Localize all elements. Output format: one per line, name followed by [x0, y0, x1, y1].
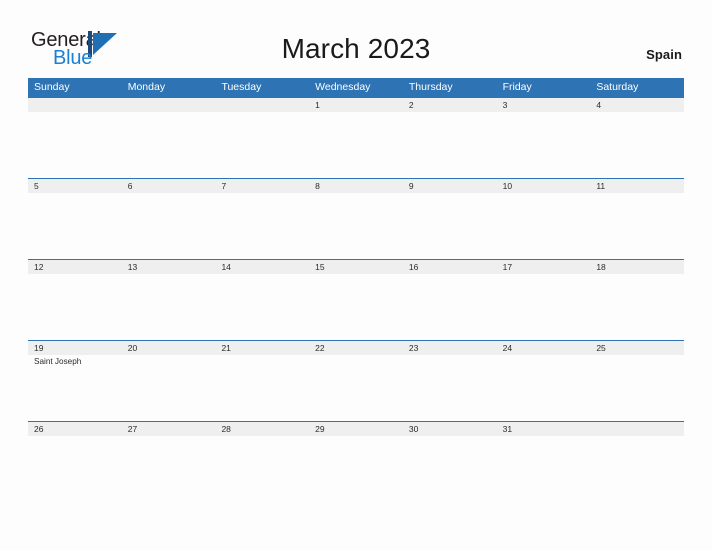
day-cell-empty — [215, 112, 309, 178]
day-number[interactable]: 12 — [28, 260, 122, 274]
day-cell[interactable] — [215, 193, 309, 259]
week-date-band: 1234 — [28, 97, 684, 112]
day-number[interactable]: 14 — [215, 260, 309, 274]
day-number[interactable]: 27 — [122, 422, 216, 436]
day-cell[interactable] — [403, 436, 497, 502]
day-number[interactable]: 25 — [590, 341, 684, 355]
day-cell[interactable] — [215, 436, 309, 502]
day-number-empty — [122, 98, 216, 112]
day-cell[interactable] — [590, 193, 684, 259]
day-cell-empty — [590, 436, 684, 502]
day-cell[interactable] — [403, 274, 497, 340]
weekday-header-thursday: Thursday — [408, 81, 453, 93]
day-number[interactable]: 10 — [497, 179, 591, 193]
day-number[interactable]: 16 — [403, 260, 497, 274]
day-number-empty — [215, 98, 309, 112]
day-event: Saint Joseph — [34, 357, 82, 366]
week-content-band — [28, 112, 684, 178]
day-number[interactable]: 21 — [215, 341, 309, 355]
day-cell[interactable] — [590, 112, 684, 178]
day-cell[interactable] — [309, 112, 403, 178]
day-number[interactable]: 5 — [28, 179, 122, 193]
day-cell[interactable] — [497, 112, 591, 178]
day-number[interactable]: 4 — [590, 98, 684, 112]
day-cell[interactable] — [122, 274, 216, 340]
day-number-empty — [28, 98, 122, 112]
week-content-band: Saint Joseph — [28, 355, 684, 421]
calendar-weeks: 1 2 3 4 5 6 7 8 9 10 11 12 13 14 15 16 17 18 19 20 21 22 23 24 2… — [28, 97, 684, 502]
week-content-band — [28, 274, 684, 340]
day-cell[interactable] — [590, 355, 684, 421]
day-number[interactable]: 3 — [497, 98, 591, 112]
day-number[interactable]: 20 — [122, 341, 216, 355]
day-cell[interactable] — [403, 355, 497, 421]
week-content-band — [28, 193, 684, 259]
weekday-header-sunday: Sunday — [34, 81, 70, 93]
day-number[interactable]: 2 — [403, 98, 497, 112]
day-cell[interactable] — [590, 274, 684, 340]
country-label: Spain — [646, 47, 682, 62]
day-cell[interactable] — [122, 436, 216, 502]
day-number[interactable]: 31 — [497, 422, 591, 436]
week-date-band: 19 20 21 22 23 24 25 — [28, 340, 684, 355]
day-number[interactable]: 13 — [122, 260, 216, 274]
day-cell[interactable] — [215, 355, 309, 421]
day-cell[interactable] — [403, 112, 497, 178]
day-cell[interactable] — [28, 193, 122, 259]
calendar-week-row: 5 6 7 8 9 10 11 — [28, 178, 684, 259]
day-cell[interactable] — [28, 274, 122, 340]
week-date-band: 26 27 28 29 30 31 — [28, 421, 684, 436]
day-number[interactable]: 19 — [28, 341, 122, 355]
day-number[interactable]: 22 — [309, 341, 403, 355]
calendar-week-row: 1234 — [28, 97, 684, 178]
day-cell[interactable] — [497, 355, 591, 421]
day-cell[interactable]: Saint Joseph — [28, 355, 122, 421]
day-number[interactable]: 24 — [497, 341, 591, 355]
day-number[interactable]: 28 — [215, 422, 309, 436]
day-number[interactable]: 29 — [309, 422, 403, 436]
day-number[interactable]: 11 — [590, 179, 684, 193]
day-cell-empty — [122, 112, 216, 178]
page-header: General Blue March 2023 Spain — [0, 0, 712, 78]
day-cell[interactable] — [215, 274, 309, 340]
day-number[interactable]: 18 — [590, 260, 684, 274]
weekday-header-tuesday: Tuesday — [221, 81, 262, 93]
day-cell[interactable] — [497, 436, 591, 502]
page-title: March 2023 — [281, 33, 431, 64]
weekday-header-friday: Friday — [502, 81, 532, 93]
week-date-band: 5 6 7 8 9 10 11 — [28, 178, 684, 193]
day-number[interactable]: 1 — [309, 98, 403, 112]
day-number[interactable]: 9 — [403, 179, 497, 193]
calendar-week-row: 12 13 14 15 16 17 18 — [28, 259, 684, 340]
day-number[interactable]: 7 — [215, 179, 309, 193]
weekday-header-monday: Monday — [127, 81, 166, 93]
day-number-empty — [590, 422, 684, 436]
day-number[interactable]: 17 — [497, 260, 591, 274]
day-number[interactable]: 30 — [403, 422, 497, 436]
day-cell-empty — [28, 112, 122, 178]
day-number[interactable]: 8 — [309, 179, 403, 193]
weekday-header-wednesday: Wednesday — [315, 81, 371, 93]
week-content-band — [28, 436, 684, 502]
week-date-band: 12 13 14 15 16 17 18 — [28, 259, 684, 274]
day-number[interactable]: 6 — [122, 179, 216, 193]
day-cell[interactable] — [309, 436, 403, 502]
day-number[interactable]: 26 — [28, 422, 122, 436]
calendar-week-row: 26 27 28 29 30 31 — [28, 421, 684, 502]
day-cell[interactable] — [309, 193, 403, 259]
day-cell[interactable] — [122, 355, 216, 421]
day-number[interactable]: 23 — [403, 341, 497, 355]
day-cell[interactable] — [497, 274, 591, 340]
day-cell[interactable] — [309, 355, 403, 421]
calendar-week-row: 19 20 21 22 23 24 25 Saint Joseph — [28, 340, 684, 421]
day-cell[interactable] — [497, 193, 591, 259]
weekday-header-saturday: Saturday — [596, 81, 639, 93]
day-cell[interactable] — [403, 193, 497, 259]
day-number[interactable]: 15 — [309, 260, 403, 274]
weekday-header-row: Sunday Monday Tuesday Wednesday Thursday Frid… — [28, 78, 684, 97]
calendar-grid: Sunday Monday Tuesday Wednesday Thursday Frid… — [28, 78, 684, 502]
day-cell[interactable] — [309, 274, 403, 340]
day-cell[interactable] — [122, 193, 216, 259]
day-cell[interactable] — [28, 436, 122, 502]
